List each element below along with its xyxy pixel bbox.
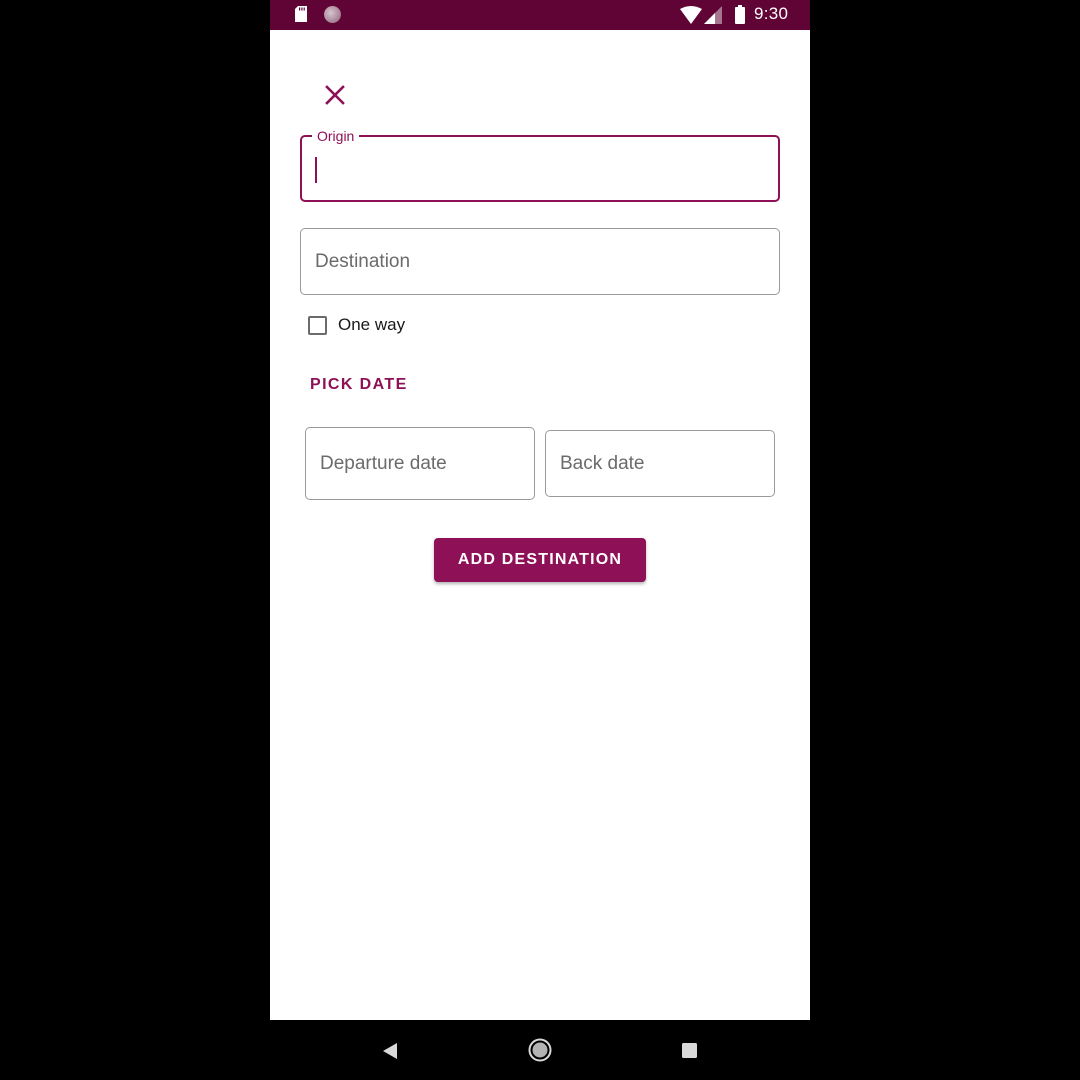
status-bar: 9:30 [270,0,810,30]
destination-placeholder: Destination [315,250,411,272]
pick-date-button[interactable]: PICK DATE [310,376,408,394]
one-way-checkbox-row[interactable]: One way [308,312,405,338]
destination-field[interactable]: Destination [300,228,780,295]
departure-date-field[interactable]: Departure date [305,427,535,500]
close-button[interactable] [318,78,352,112]
origin-label: Origin [312,128,360,144]
phone-screen: 9:30 Origin Destination One way PICK DAT… [270,0,810,1080]
cell-signal-icon [704,6,722,24]
status-time: 9:30 [754,4,789,23]
sd-card-icon [295,6,307,22]
departure-date-placeholder: Departure date [320,452,447,474]
add-destination-form: Origin Destination One way PICK DATE Dep… [270,30,810,1020]
back-date-placeholder: Back date [560,452,645,474]
recents-icon[interactable] [682,1043,697,1058]
one-way-label: One way [338,315,406,334]
navigation-bar [270,1020,810,1080]
back-icon[interactable] [382,1042,398,1060]
origin-field[interactable]: Origin [300,128,780,202]
battery-icon [735,5,745,24]
notification-circle-icon [324,6,341,23]
text-cursor [315,157,317,183]
back-date-field[interactable]: Back date [545,430,775,497]
one-way-checkbox[interactable] [308,315,327,335]
add-destination-button[interactable]: ADD DESTINATION [434,538,646,582]
home-icon[interactable] [528,1038,552,1062]
wifi-icon [680,6,702,24]
close-icon [325,85,345,105]
